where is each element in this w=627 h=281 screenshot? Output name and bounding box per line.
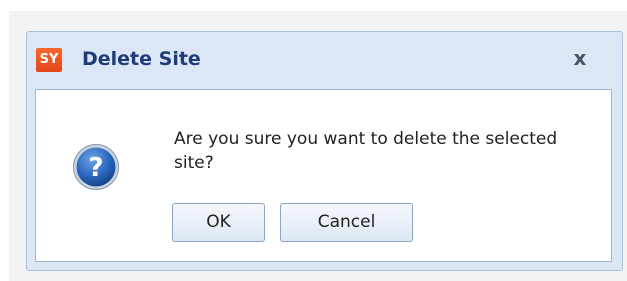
cancel-button[interactable]: Cancel	[280, 203, 413, 242]
dialog-content: ? Are you sure you want to delete the se…	[35, 89, 612, 262]
app-logo-icon: SY	[36, 48, 62, 72]
confirmation-message: Are you sure you want to delete the sele…	[174, 129, 558, 173]
delete-site-dialog: SY Delete Site x ? Are you sure you want…	[26, 31, 623, 271]
dialog-title: Delete Site	[82, 48, 201, 70]
ok-button[interactable]: OK	[172, 203, 265, 242]
svg-text:?: ?	[88, 153, 103, 183]
dialog-titlebar[interactable]: SY Delete Site x	[27, 32, 622, 86]
question-icon: ?	[73, 144, 119, 190]
close-button[interactable]: x	[568, 44, 592, 72]
